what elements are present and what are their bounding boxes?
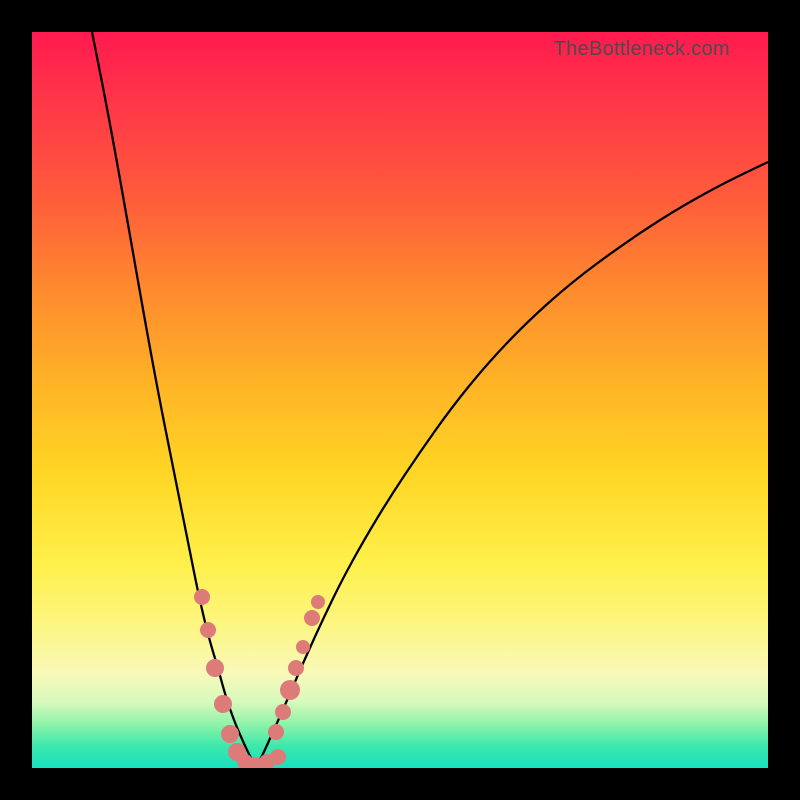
data-marker (221, 725, 239, 743)
data-marker (200, 622, 216, 638)
data-marker (275, 704, 291, 720)
left-branch-curve (92, 32, 256, 768)
chart-svg (32, 32, 768, 768)
data-marker (280, 680, 300, 700)
right-branch-curve (256, 162, 768, 768)
chart-frame: TheBottleneck.com (0, 0, 800, 800)
data-marker (311, 595, 325, 609)
data-marker (288, 660, 304, 676)
data-marker (304, 610, 320, 626)
data-marker (206, 659, 224, 677)
data-marker (296, 640, 310, 654)
data-marker (270, 749, 286, 765)
data-marker (194, 589, 210, 605)
data-marker (268, 724, 284, 740)
plot-area: TheBottleneck.com (32, 32, 768, 768)
marker-layer (194, 589, 325, 768)
data-marker (214, 695, 232, 713)
